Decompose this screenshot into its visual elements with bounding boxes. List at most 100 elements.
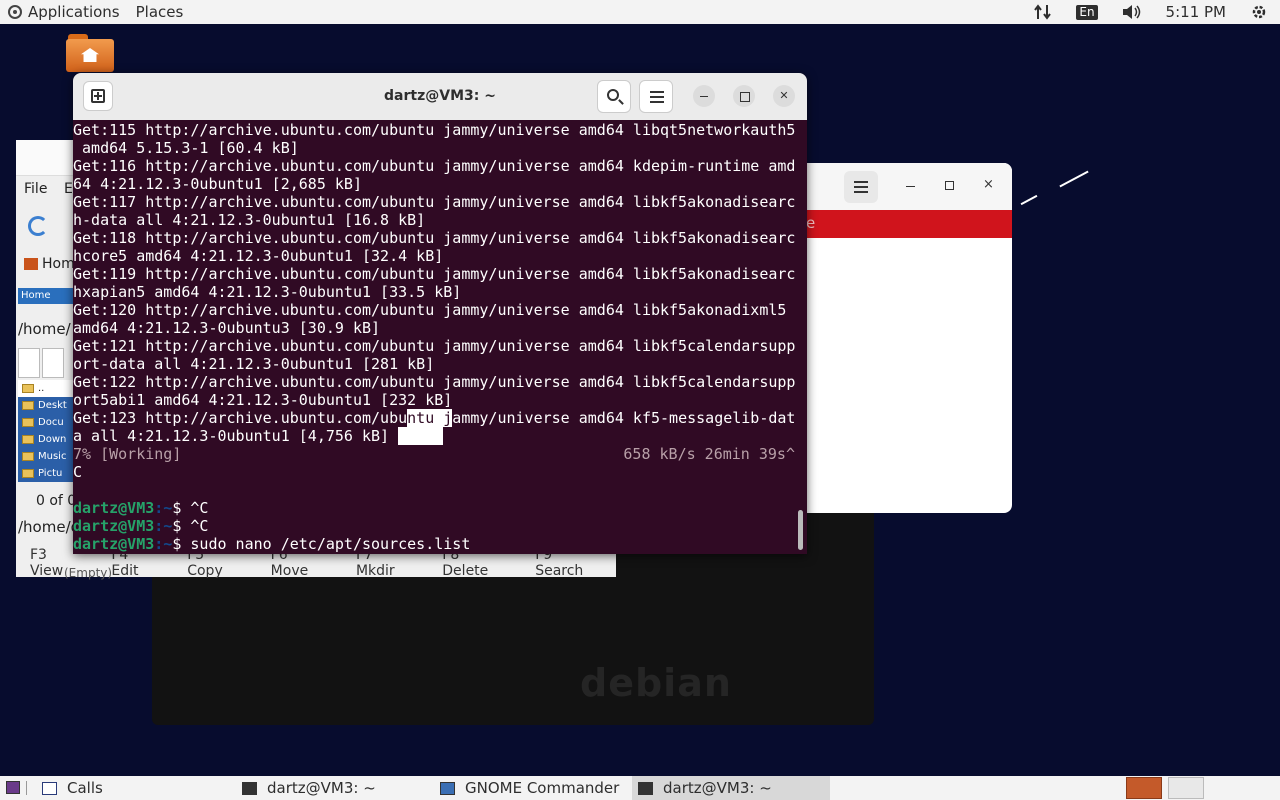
close-button[interactable]: ✕ [773, 85, 795, 107]
prompt-line[interactable]: dartz@VM3:~$ [73, 553, 807, 554]
terminal-line: Get:117 http://archive.ubuntu.com/ubuntu… [73, 193, 796, 211]
places-menu[interactable]: Places [128, 0, 192, 24]
banner-text: e [806, 214, 816, 232]
desktop-decoration [1059, 170, 1089, 188]
terminal-line: ort5abi1 amd64 4:21.12.3-0ubuntu1 [232 k… [73, 391, 453, 409]
system-tray: En 5:11 PM [1022, 0, 1280, 24]
network-updown-icon[interactable] [1034, 4, 1052, 20]
workspace-1[interactable] [1126, 777, 1162, 799]
volume-icon[interactable] [1122, 4, 1142, 20]
clock[interactable]: 5:11 PM [1166, 3, 1226, 21]
scrollbar[interactable] [798, 510, 803, 550]
applications-menu[interactable]: Applications [0, 0, 128, 24]
tab-home[interactable]: Home [18, 288, 74, 304]
terminal-line: h-data all 4:21.12.3-0ubuntu1 [16.8 kB] [73, 211, 426, 229]
terminal-line: Get:119 http://archive.ubuntu.com/ubuntu… [73, 265, 796, 283]
progress-line: 7% [Working] 658 kB/s 26min 39s^ [73, 445, 807, 463]
panel-button[interactable] [18, 348, 40, 378]
home-bookmark-label: Hom [42, 256, 75, 272]
terminal-line: hxapian5 amd64 4:21.12.3-0ubuntu1 [33.5 … [73, 283, 462, 301]
search-button[interactable] [597, 80, 631, 113]
menu-edit[interactable]: E [64, 181, 73, 197]
ubuntu-logo-icon [8, 5, 22, 19]
applications-label: Applications [28, 3, 120, 21]
download-speed: 658 kB/s 26min 39s^ [623, 445, 795, 463]
gnome-commander-icon [440, 781, 455, 795]
terminal-window[interactable]: dartz@VM3: ~ ✕ Get:115 http://archive.ub… [73, 73, 807, 554]
workspace-2[interactable] [1168, 777, 1204, 799]
prompt-line: dartz@VM3:~$ ^C [73, 517, 209, 535]
list-item[interactable]: .. [18, 380, 74, 397]
progress-status: 7% [Working] [73, 445, 182, 463]
close-icon[interactable]: × [983, 177, 994, 192]
maximize-button[interactable] [733, 85, 755, 107]
folder-icon [22, 418, 34, 427]
folder-icon [22, 401, 34, 410]
taskbar-item-label: Calls [67, 779, 103, 797]
terminal-line: Get:115 http://archive.ubuntu.com/ubuntu… [73, 121, 796, 139]
taskbar-item-label: dartz@VM3: ~ [663, 779, 772, 797]
selection-highlight: ntu j [407, 409, 453, 427]
list-item[interactable]: Music [18, 448, 74, 465]
list-item[interactable]: Pictu [18, 465, 74, 482]
terminal-line: hcore5 amd64 4:21.12.3-0ubuntu1 [32.4 kB… [73, 247, 444, 265]
prompt-line: dartz@VM3:~$ ^C [73, 499, 209, 517]
keyboard-layout-indicator[interactable]: En [1076, 4, 1098, 20]
terminal-line: 64 4:21.12.3-0ubuntu1 [2,685 kB] [73, 175, 362, 193]
panel-separator [26, 781, 27, 795]
terminal-line: Get:118 http://archive.ubuntu.com/ubuntu… [73, 229, 796, 247]
list-item[interactable]: Down [18, 431, 74, 448]
search-icon [607, 89, 619, 101]
list-item[interactable]: Docu [18, 414, 74, 431]
terminal-line: ort-data all 4:21.12.3-0ubuntu1 [281 kB] [73, 355, 435, 373]
folder-icon [22, 435, 34, 444]
top-panel: Applications Places En 5:11 PM [0, 0, 1280, 24]
terminal-icon [638, 781, 653, 795]
panel-buttons [18, 348, 66, 382]
taskbar-item-terminal[interactable]: dartz@VM3: ~ [236, 776, 426, 800]
menu-file[interactable]: File [24, 181, 47, 197]
taskbar-item-label: GNOME Commander [465, 779, 620, 797]
prompt-line: dartz@VM3:~$ sudo nano /etc/apt/sources.… [73, 535, 471, 553]
list-item[interactable]: Deskt [18, 397, 74, 414]
debian-logo: debian [580, 661, 732, 705]
new-tab-button[interactable] [83, 81, 113, 111]
minimize-icon[interactable] [906, 186, 915, 187]
empty-label: (Empty) [64, 566, 113, 580]
file-list: .. Deskt Docu Down Music Pictu [18, 380, 74, 482]
gear-icon[interactable] [1250, 3, 1268, 21]
home-folder-desktop-icon[interactable] [66, 34, 114, 74]
hamburger-menu-button[interactable] [844, 171, 878, 203]
terminal-output[interactable]: Get:115 http://archive.ubuntu.com/ubuntu… [73, 121, 807, 554]
minimize-button[interactable] [693, 85, 715, 107]
desktop-decoration [1020, 194, 1038, 206]
folder-icon [22, 384, 34, 393]
hamburger-menu-button[interactable] [639, 80, 673, 113]
folder-icon [22, 452, 34, 461]
terminal-line: Get:116 http://archive.ubuntu.com/ubuntu… [73, 157, 796, 175]
taskbar-item-gnome-commander[interactable]: GNOME Commander [434, 776, 624, 800]
selection-count: 0 of 0 [36, 493, 77, 509]
terminal-line: Get:120 http://archive.ubuntu.com/ubuntu… [73, 301, 787, 319]
terminal-line: Get:121 http://archive.ubuntu.com/ubuntu… [73, 337, 796, 355]
calls-icon [42, 781, 57, 795]
home-bookmark[interactable]: Hom [24, 256, 75, 272]
terminal-line: Get:122 http://archive.ubuntu.com/ubuntu… [73, 373, 796, 391]
panel-button[interactable] [42, 348, 64, 378]
refresh-icon[interactable] [28, 216, 48, 236]
show-desktop-icon[interactable] [6, 781, 20, 794]
terminal-line: C [73, 463, 83, 481]
maximize-icon[interactable] [945, 181, 954, 190]
terminal-line: Get:123 http://archive.ubuntu.com/ubuntu… [73, 409, 796, 427]
terminal-line: amd64 5.15.3-1 [60.4 kB] [73, 139, 299, 157]
taskbar-item-calls[interactable]: Calls [36, 776, 226, 800]
selection-highlight [398, 427, 444, 445]
bottom-panel: Calls dartz@VM3: ~ GNOME Commander dartz… [0, 776, 1280, 800]
terminal-icon [242, 781, 257, 795]
other-panel-path: /home/d [18, 518, 81, 536]
taskbar-item-terminal-active[interactable]: dartz@VM3: ~ [632, 776, 830, 800]
home-icon [24, 258, 38, 270]
taskbar-item-label: dartz@VM3: ~ [267, 779, 376, 797]
terminal-line: amd64 4:21.12.3-0ubuntu3 [30.9 kB] [73, 319, 381, 337]
